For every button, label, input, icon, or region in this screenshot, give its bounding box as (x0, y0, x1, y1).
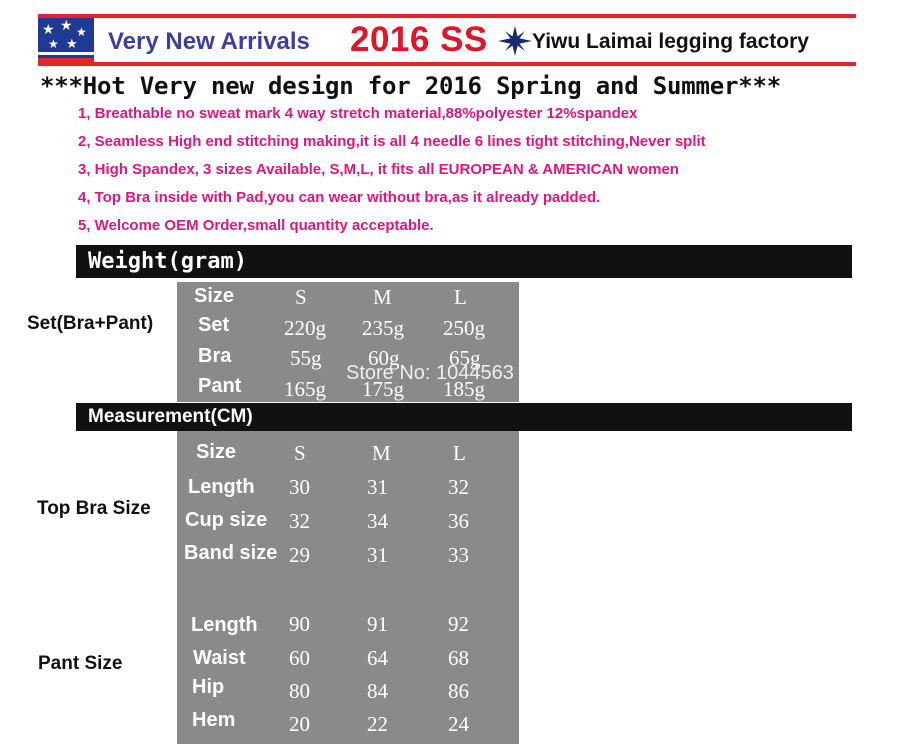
pant-cell: 86 (448, 679, 469, 703)
pant-row-label: Length (191, 614, 258, 636)
pant-cell: 80 (289, 679, 310, 703)
svg-text:★: ★ (42, 22, 55, 38)
top-row-label: Cup size (185, 509, 268, 531)
pant-cell: 20 (289, 712, 310, 736)
top-row-label: Band size (184, 542, 278, 564)
compass-star-icon (498, 26, 532, 61)
weight-header-size: Size (194, 285, 235, 307)
measurement-section-header: Measurement(CM) (76, 403, 852, 431)
top-cell: 33 (448, 543, 469, 567)
pant-cell: 64 (367, 646, 388, 670)
pant-cell: 84 (367, 679, 388, 703)
svg-text:★: ★ (60, 18, 73, 34)
weight-row-label: Pant (198, 375, 242, 397)
top-cell: 30 (289, 475, 310, 499)
weight-row-label: Bra (198, 345, 232, 367)
measure-header-m: M (372, 441, 391, 465)
top-cell: 32 (448, 475, 469, 499)
weight-row-label: Set (198, 314, 230, 336)
banner-arrivals-text: Very New Arrivals (108, 28, 310, 55)
weight-cell: 55g (290, 346, 322, 370)
weight-cell: 220g (284, 316, 326, 340)
headline: ***Hot Very new design for 2016 Spring a… (40, 72, 781, 100)
weight-header-l: L (454, 285, 467, 309)
banner-season-text: 2016 SS (350, 20, 488, 59)
top-cell: 31 (367, 475, 388, 499)
pant-size-label: Pant Size (38, 653, 123, 674)
top-cell: 34 (367, 509, 388, 533)
weight-cell: 165g (284, 377, 326, 401)
banner-stripe-bottom (38, 62, 856, 66)
feature-item: 1, Breathable no sweat mark 4 way stretc… (78, 105, 638, 122)
feature-item: 5, Welcome OEM Order,small quantity acce… (78, 217, 434, 234)
pant-cell: 22 (367, 712, 388, 736)
measure-header-size: Size (196, 441, 237, 463)
measure-header-l: L (453, 441, 466, 465)
pant-row-label: Hip (192, 676, 225, 698)
store-watermark: Store No: 1044563 (346, 362, 514, 384)
top-row-label: Length (188, 476, 255, 498)
pant-cell: 91 (367, 612, 388, 636)
top-cell: 29 (289, 543, 310, 567)
banner-factory-text: Yiwu Laimai legging factory (532, 30, 809, 53)
weight-cell: 250g (443, 316, 485, 340)
feature-item: 4, Top Bra inside with Pad,you can wear … (78, 189, 601, 206)
measurement-title: Measurement(CM) (88, 406, 253, 427)
weight-header-s: S (295, 285, 307, 309)
set-label: Set(Bra+Pant) (27, 313, 154, 334)
pant-row-label: Waist (193, 647, 246, 669)
pant-cell: 24 (448, 712, 469, 736)
weight-title: Weight(gram) (88, 249, 247, 274)
pant-cell: 90 (289, 612, 310, 636)
banner-stripe-top (38, 14, 856, 18)
weight-header-m: M (373, 285, 392, 309)
top-cell: 36 (448, 509, 469, 533)
measure-header-s: S (294, 441, 306, 465)
pant-cell: 60 (289, 646, 310, 670)
pant-cell: 92 (448, 612, 469, 636)
top-cell: 31 (367, 543, 388, 567)
svg-text:★: ★ (66, 37, 78, 52)
us-flag-icon: ★ ★ ★ ★ ★ (38, 18, 94, 62)
svg-text:★: ★ (48, 37, 59, 51)
top-cell: 32 (289, 509, 310, 533)
weight-section-header: Weight(gram) (76, 245, 852, 278)
pant-cell: 68 (448, 646, 469, 670)
feature-item: 2, Seamless High end stitching making,it… (78, 133, 706, 150)
top-bra-label: Top Bra Size (37, 498, 151, 519)
feature-item: 3, High Spandex, 3 sizes Available, S,M,… (78, 161, 679, 178)
weight-cell: 235g (362, 316, 404, 340)
pant-row-label: Hem (192, 709, 236, 731)
top-banner: ★ ★ ★ ★ ★ Very New Arrivals 2016 SS Yiwu… (38, 14, 856, 66)
